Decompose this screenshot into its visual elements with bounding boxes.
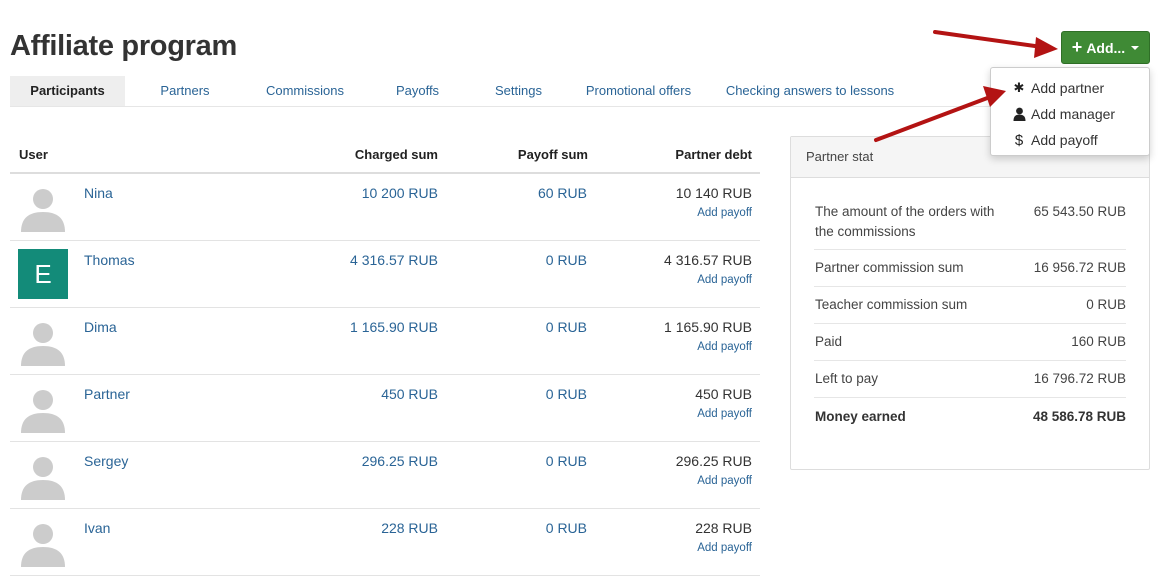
tab-checking-answers[interactable]: Checking answers to lessons — [710, 76, 910, 106]
column-header-user: User — [19, 147, 48, 162]
stat-value: 65 543.50 RUB — [1033, 204, 1126, 219]
user-icon — [1012, 107, 1026, 121]
avatar — [18, 517, 68, 567]
avatar — [18, 450, 68, 500]
stat-label: Left to pay — [815, 371, 879, 386]
stat-value: 16 796.72 RUB — [1033, 371, 1126, 386]
default-avatar-icon — [21, 189, 65, 232]
default-avatar-icon — [21, 457, 65, 500]
add-payoff-link[interactable]: Add payoff — [697, 475, 752, 487]
payoff-sum-link[interactable]: 60 RUB — [538, 185, 587, 201]
charged-sum-link[interactable]: 10 200 RUB — [362, 185, 438, 201]
stat-label: Paid — [815, 334, 843, 349]
stat-row: The amount of the orders with the commis… — [814, 195, 1126, 250]
table-row: Nina 10 200 RUB 60 RUB 10 140 RUB Add pa… — [10, 174, 760, 241]
user-name-link[interactable]: Sergey — [84, 453, 128, 469]
column-header-payoff-sum: Payoff sum — [517, 147, 588, 162]
partner-debt-value: 1 165.90 RUB — [664, 319, 752, 335]
table-row: Ivan 228 RUB 0 RUB 228 RUB Add payoff — [10, 509, 760, 576]
stat-row: Partner commission sum 16 956.72 RUB — [814, 250, 1126, 287]
annotation-arrow-to-add-button — [933, 30, 1058, 58]
tab-settings[interactable]: Settings — [470, 76, 567, 106]
add-payoff-link[interactable]: Add payoff — [697, 408, 752, 420]
caret-down-icon — [1131, 45, 1140, 50]
payoff-sum-link[interactable]: 0 RUB — [546, 252, 587, 268]
charged-sum-link[interactable]: 296.25 RUB — [362, 453, 438, 469]
stat-value: 0 RUB — [1086, 297, 1126, 312]
stat-row-total: Money earned 48 586.78 RUB — [814, 398, 1126, 435]
avatar: E — [18, 249, 68, 299]
user-name-link[interactable]: Thomas — [84, 252, 135, 268]
table-header: User Charged sum Payoff sum Partner debt — [10, 137, 760, 174]
partner-debt-value: 10 140 RUB — [675, 185, 752, 201]
menu-item-label: Add payoff — [1031, 132, 1098, 148]
avatar — [18, 316, 68, 366]
table-row: Dima 1 165.90 RUB 0 RUB 1 165.90 RUB Add… — [10, 308, 760, 375]
column-header-charged-sum: Charged sum — [354, 147, 438, 162]
partner-debt-value: 228 RUB — [695, 520, 752, 536]
user-name-link[interactable]: Dima — [84, 319, 117, 335]
plus-icon: + — [1071, 36, 1083, 57]
charged-sum-link[interactable]: 1 165.90 RUB — [350, 319, 438, 335]
stat-label: Teacher commission sum — [815, 297, 968, 312]
menu-item-label: Add manager — [1031, 106, 1116, 122]
page-title: Affiliate program — [10, 30, 237, 62]
participants-table: User Charged sum Payoff sum Partner debt… — [10, 137, 760, 576]
stat-value: 48 586.78 RUB — [1032, 408, 1126, 424]
menu-item-add-manager[interactable]: Add manager — [991, 101, 1149, 127]
menu-item-add-payoff[interactable]: $ Add payoff — [991, 127, 1149, 153]
add-payoff-link[interactable]: Add payoff — [697, 274, 752, 286]
table-row: Partner 450 RUB 0 RUB 450 RUB Add payoff — [10, 375, 760, 442]
add-button-label: Add... — [1086, 39, 1126, 56]
payoff-sum-link[interactable]: 0 RUB — [546, 520, 587, 536]
column-header-partner-debt: Partner debt — [675, 147, 752, 162]
avatar — [18, 383, 68, 433]
tab-commissions[interactable]: Commissions — [245, 76, 365, 106]
add-button[interactable]: + Add... — [1061, 31, 1150, 64]
stat-label: Money earned — [815, 408, 906, 424]
charged-sum-link[interactable]: 228 RUB — [381, 520, 438, 536]
default-avatar-icon — [21, 524, 65, 567]
stat-row: Teacher commission sum 0 RUB — [814, 287, 1126, 324]
add-payoff-link[interactable]: Add payoff — [697, 207, 752, 219]
charged-sum-link[interactable]: 4 316.57 RUB — [350, 252, 438, 268]
stat-label: The amount of the orders with the commis… — [815, 204, 995, 239]
add-payoff-link[interactable]: Add payoff — [697, 341, 752, 353]
user-name-link[interactable]: Nina — [84, 185, 113, 201]
tab-promotional-offers[interactable]: Promotional offers — [567, 76, 710, 106]
stat-row: Left to pay 16 796.72 RUB — [814, 361, 1126, 398]
payoff-sum-link[interactable]: 0 RUB — [546, 453, 587, 469]
tab-payoffs[interactable]: Payoffs — [365, 76, 470, 106]
partner-debt-value: 450 RUB — [695, 386, 752, 402]
avatar — [18, 182, 68, 232]
stat-value: 16 956.72 RUB — [1033, 260, 1126, 275]
partner-debt-value: 4 316.57 RUB — [664, 252, 752, 268]
stat-value: 160 RUB — [1071, 334, 1126, 349]
stat-row: Paid 160 RUB — [814, 324, 1126, 361]
user-name-link[interactable]: Ivan — [84, 520, 110, 536]
payoff-sum-link[interactable]: 0 RUB — [546, 319, 587, 335]
add-payoff-link[interactable]: Add payoff — [697, 542, 752, 554]
payoff-sum-link[interactable]: 0 RUB — [546, 386, 587, 402]
tabs-bar: Participants Partners Commissions Payoff… — [10, 76, 1010, 107]
default-avatar-icon — [21, 323, 65, 366]
table-row: Sergey 296.25 RUB 0 RUB 296.25 RUB Add p… — [10, 442, 760, 509]
menu-item-label: Add partner — [1031, 80, 1105, 96]
dollar-icon: $ — [1014, 131, 1024, 149]
add-dropdown-menu: ✱ Add partner Add manager $ Add payoff — [990, 67, 1150, 156]
stat-label: Partner commission sum — [815, 260, 964, 275]
default-avatar-icon — [21, 390, 65, 433]
menu-item-add-partner[interactable]: ✱ Add partner — [991, 75, 1149, 101]
charged-sum-link[interactable]: 450 RUB — [381, 386, 438, 402]
table-row: E Thomas 4 316.57 RUB 0 RUB 4 316.57 RUB… — [10, 241, 760, 308]
tab-partners[interactable]: Partners — [125, 76, 245, 106]
partner-stat-panel: Partner stat The amount of the orders wi… — [790, 136, 1150, 470]
partner-debt-value: 296.25 RUB — [675, 453, 752, 469]
asterisk-icon: ✱ — [1013, 80, 1025, 95]
partner-stat-body: The amount of the orders with the commis… — [791, 178, 1149, 435]
user-name-link[interactable]: Partner — [84, 386, 130, 402]
tab-participants[interactable]: Participants — [10, 76, 125, 106]
